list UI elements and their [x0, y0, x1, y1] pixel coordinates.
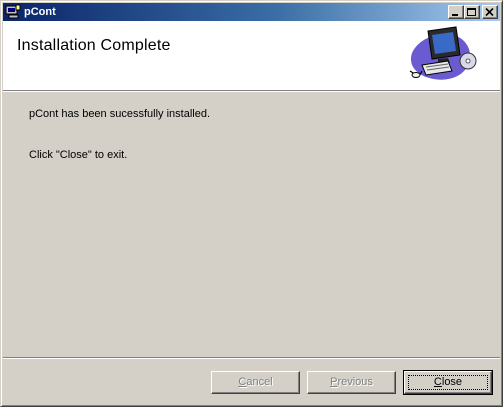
maximize-icon: [467, 8, 476, 16]
previous-label: revious: [337, 376, 373, 388]
wizard-header: Installation Complete: [3, 21, 500, 90]
success-message: pCont has been sucessfully installed.: [29, 108, 210, 120]
close-button[interactable]: Close: [403, 370, 493, 395]
maximize-button[interactable]: [464, 5, 480, 19]
minimize-icon: [452, 14, 458, 16]
header-divider: [3, 90, 500, 92]
previous-button[interactable]: Previous: [307, 371, 396, 394]
close-window-button[interactable]: [482, 5, 498, 19]
minimize-button[interactable]: [448, 5, 464, 19]
computer-setup-icon: [408, 25, 482, 85]
installer-icon[interactable]: [5, 4, 21, 20]
window-title: pCont: [24, 6, 56, 18]
focus-ring: [408, 375, 488, 390]
page-title: Installation Complete: [17, 37, 171, 54]
installer-window: pCont Installation Complete pCont has be…: [0, 0, 503, 407]
cancel-label: ancel: [246, 376, 273, 388]
cancel-button[interactable]: Cancel: [211, 371, 300, 394]
title-bar[interactable]: pCont: [3, 3, 500, 21]
footer-divider: [3, 357, 500, 359]
exit-instruction: Click "Close" to exit.: [29, 149, 128, 161]
close-icon: [485, 8, 494, 17]
